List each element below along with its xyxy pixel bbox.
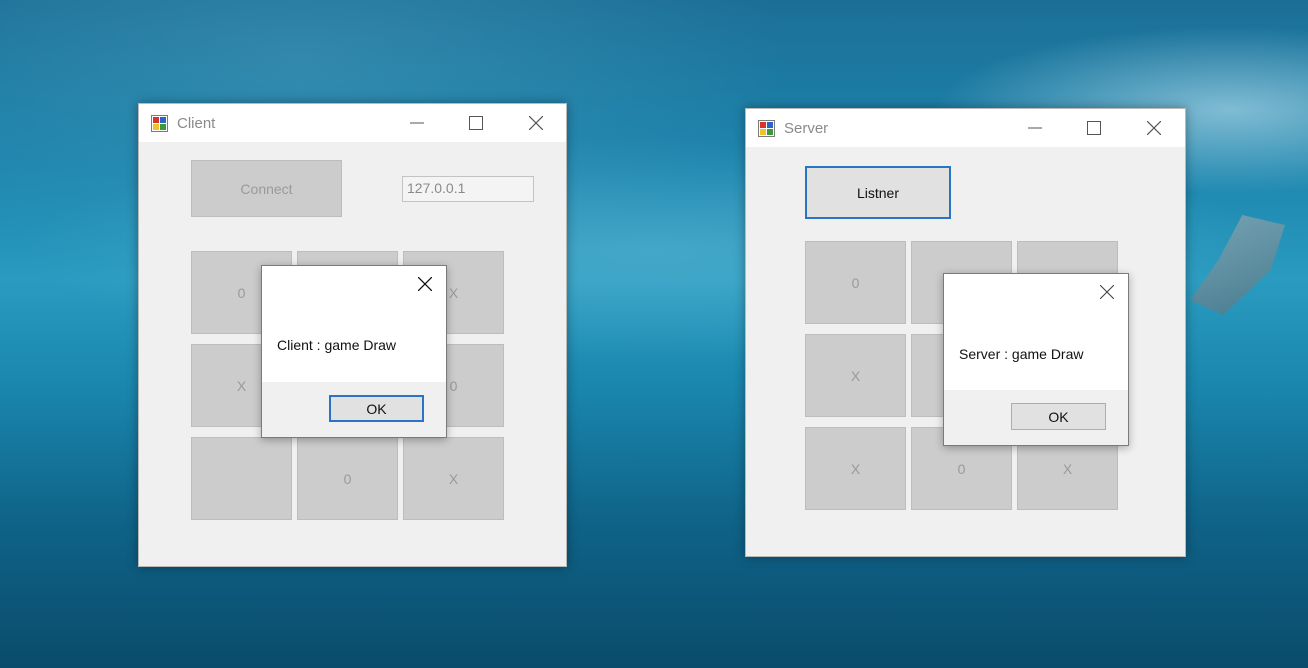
app-icon [758, 120, 775, 137]
board-cell[interactable] [191, 437, 292, 520]
connect-button[interactable]: Connect [191, 160, 342, 217]
minimize-icon [410, 122, 424, 124]
listner-button[interactable]: Listner [805, 166, 951, 219]
dialog-close-button[interactable] [1097, 282, 1117, 302]
client-message-dialog: Client : game Draw OK [261, 265, 447, 438]
server-message-dialog: Server : game Draw OK [943, 273, 1129, 446]
ok-button[interactable]: OK [1011, 403, 1106, 430]
server-window-title: Server [784, 120, 829, 137]
ok-button[interactable]: OK [329, 395, 424, 422]
minimize-icon [1028, 127, 1042, 129]
board-cell[interactable]: 0 [805, 241, 906, 324]
maximize-icon [1087, 121, 1101, 135]
dialog-footer: OK [262, 382, 446, 437]
maximize-button[interactable] [453, 104, 499, 142]
maximize-icon [469, 116, 483, 130]
close-button[interactable] [1131, 109, 1177, 147]
close-icon [529, 116, 543, 130]
dialog-message: Server : game Draw [959, 346, 1084, 362]
minimize-button[interactable] [394, 104, 440, 142]
board-cell[interactable]: X [805, 427, 906, 510]
maximize-button[interactable] [1071, 109, 1117, 147]
close-icon [418, 277, 432, 291]
close-icon [1100, 285, 1114, 299]
board-cell[interactable]: 0 [297, 437, 398, 520]
board-cell[interactable]: X [805, 334, 906, 417]
dialog-footer: OK [944, 390, 1128, 445]
dialog-message: Client : game Draw [277, 337, 397, 353]
minimize-button[interactable] [1012, 109, 1058, 147]
close-button[interactable] [513, 104, 559, 142]
client-window: Client Connect 127.0.0.1 0 X X 0 0 X Cli… [138, 103, 567, 567]
close-icon [1147, 121, 1161, 135]
dialog-close-button[interactable] [415, 274, 435, 294]
server-window: Server Listner 0 X X 0 X Server : game D… [745, 108, 1186, 557]
client-title-bar[interactable]: Client [139, 104, 566, 142]
board-cell[interactable]: X [403, 437, 504, 520]
client-window-title: Client [177, 115, 216, 132]
app-icon [151, 115, 168, 132]
ip-address-field[interactable]: 127.0.0.1 [402, 176, 534, 202]
background-fish-shape [1190, 215, 1285, 315]
server-title-bar[interactable]: Server [746, 109, 1185, 147]
